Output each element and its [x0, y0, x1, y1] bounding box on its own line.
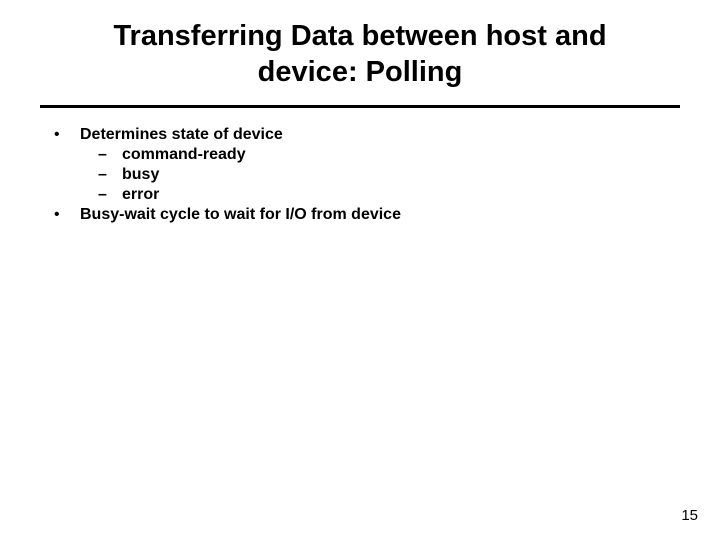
- slide-title: Transferring Data between host and devic…: [40, 18, 680, 105]
- bullet-text: Busy-wait cycle to wait for I/O from dev…: [80, 206, 401, 224]
- bullet-item: • Busy-wait cycle to wait for I/O from d…: [54, 206, 680, 224]
- sub-bullet-text: command-ready: [122, 146, 246, 164]
- sub-bullet-item: – command-ready: [54, 146, 680, 164]
- bullet-marker-icon: •: [54, 126, 80, 144]
- title-divider: [40, 105, 680, 108]
- sub-bullet-item: – busy: [54, 166, 680, 184]
- dash-marker-icon: –: [98, 146, 122, 164]
- dash-marker-icon: –: [98, 166, 122, 184]
- bullet-item: • Determines state of device: [54, 126, 680, 144]
- slide: Transferring Data between host and devic…: [0, 0, 720, 540]
- dash-marker-icon: –: [98, 186, 122, 204]
- slide-content: • Determines state of device – command-r…: [40, 126, 680, 224]
- sub-bullet-text: busy: [122, 166, 159, 184]
- page-number: 15: [681, 507, 698, 524]
- sub-bullet-item: – error: [54, 186, 680, 204]
- bullet-text: Determines state of device: [80, 126, 283, 144]
- bullet-marker-icon: •: [54, 206, 80, 224]
- sub-bullet-text: error: [122, 186, 159, 204]
